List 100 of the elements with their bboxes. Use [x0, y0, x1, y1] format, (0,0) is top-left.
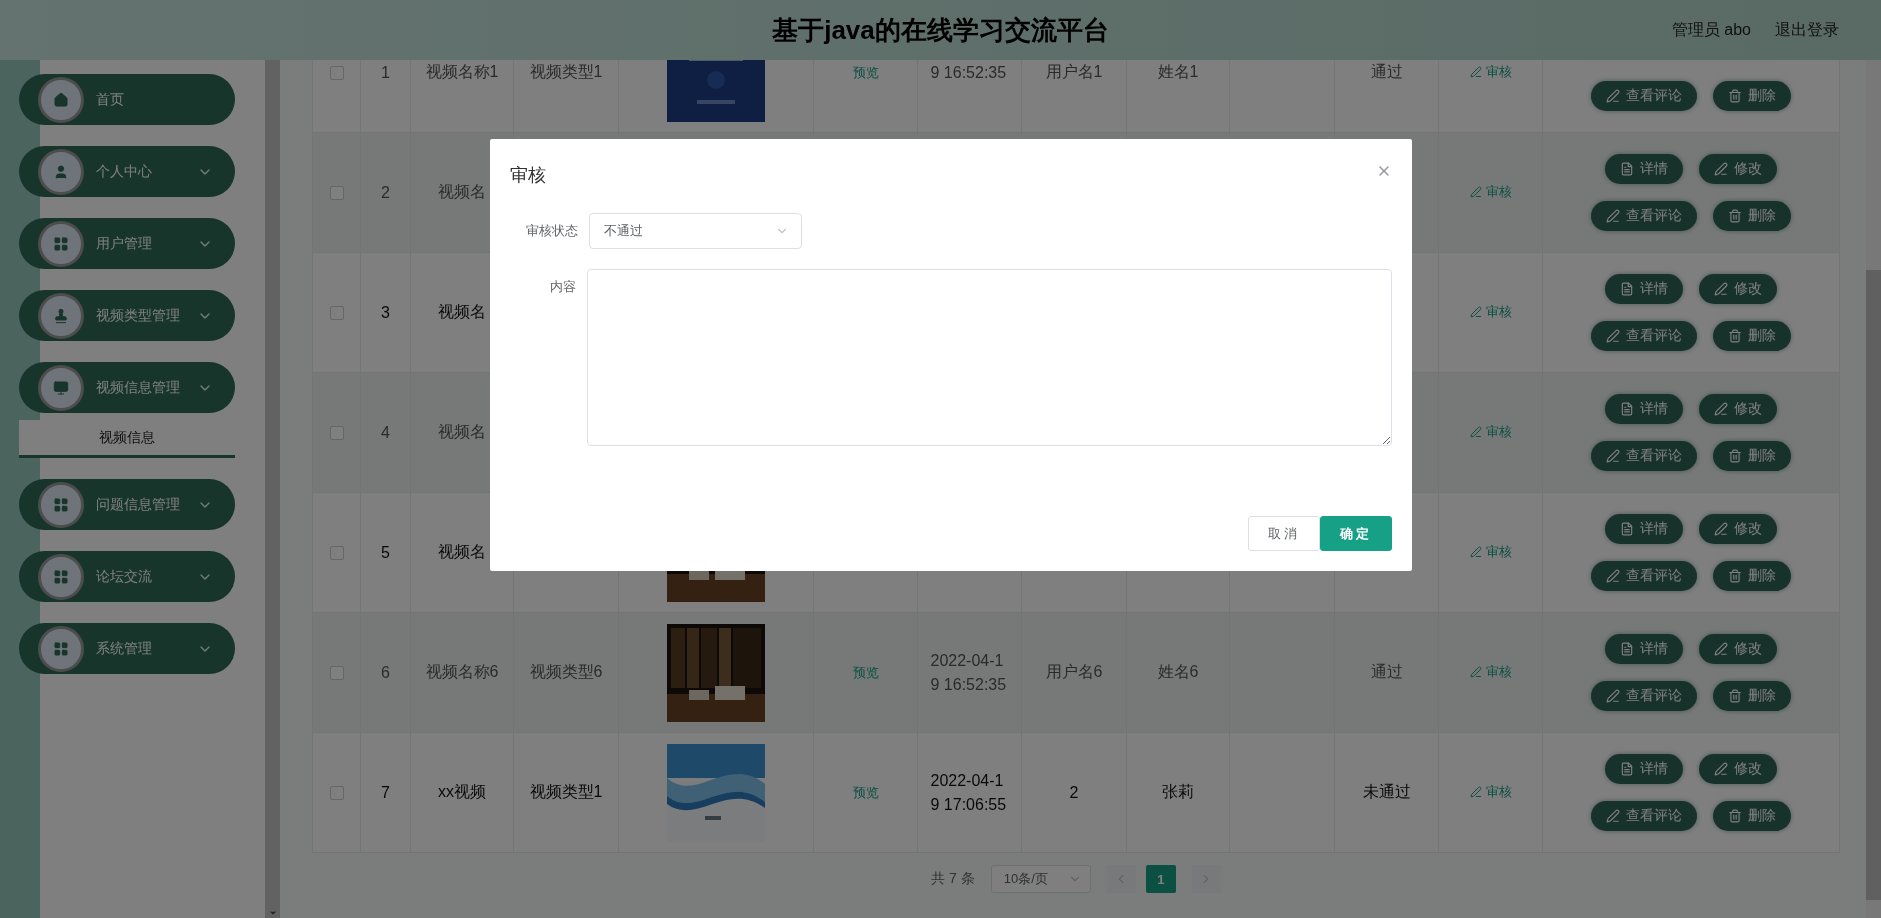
comments-button[interactable]: 查看评论	[1591, 81, 1697, 111]
submenu-item[interactable]: 视频信息	[19, 420, 235, 458]
comments-button[interactable]: 查看评论	[1591, 681, 1697, 711]
monitor-icon	[38, 364, 84, 411]
menu-item[interactable]: 首页	[19, 74, 235, 125]
delete-button[interactable]: 删除	[1713, 81, 1791, 111]
logout-link[interactable]: 退出登录	[1775, 19, 1839, 41]
cancel-button[interactable]: 取消	[1248, 516, 1320, 551]
table-cell: 2022-04-19 17:06:55	[917, 732, 1022, 853]
comments-button[interactable]: 查看评论	[1591, 441, 1697, 471]
comments-button[interactable]: 查看评论	[1591, 801, 1697, 831]
edit-button[interactable]: 修改	[1699, 754, 1777, 784]
review-link[interactable]: 审核	[1469, 423, 1512, 441]
delete-button[interactable]: 删除	[1713, 321, 1791, 351]
table-cell: 张莉	[1126, 732, 1230, 853]
table-cell: 视频名称6	[410, 612, 514, 733]
pen-icon	[1606, 329, 1620, 343]
details-button[interactable]: 详情	[1605, 754, 1683, 784]
comments-button[interactable]: 查看评论	[1591, 561, 1697, 591]
delete-button[interactable]: 删除	[1713, 681, 1791, 711]
pen-icon	[1469, 786, 1482, 798]
edit-button[interactable]: 修改	[1699, 514, 1777, 544]
status-select[interactable]: 不通过	[589, 213, 802, 249]
grid-icon	[38, 481, 84, 528]
checkbox[interactable]	[329, 546, 344, 561]
details-button[interactable]: 详情	[1605, 394, 1683, 424]
scrollbar-thumb[interactable]	[1866, 270, 1881, 900]
menu-item[interactable]: 问题信息管理	[19, 479, 235, 530]
table-cell: 2	[1021, 732, 1127, 853]
review-link[interactable]: 审核	[1469, 303, 1512, 321]
grid-icon	[38, 220, 84, 267]
table-cell: 4	[360, 372, 411, 493]
details-button[interactable]: 详情	[1605, 634, 1683, 664]
trash-icon	[1728, 449, 1742, 463]
page-size-select[interactable]: 10条/页	[990, 865, 1091, 893]
checkbox[interactable]	[329, 186, 344, 201]
document-icon	[1620, 162, 1634, 176]
checkbox[interactable]	[329, 426, 344, 441]
table-cell: 未通过	[1334, 732, 1439, 853]
checkbox[interactable]	[329, 786, 344, 801]
trash-icon	[1728, 689, 1742, 703]
table-cell: 6	[360, 612, 411, 733]
trash-icon	[1728, 569, 1742, 583]
details-button[interactable]: 详情	[1605, 514, 1683, 544]
checkbox[interactable]	[329, 666, 344, 681]
grid-icon	[38, 553, 84, 600]
edit-button[interactable]: 修改	[1699, 634, 1777, 664]
review-link[interactable]: 审核	[1469, 663, 1512, 681]
pen-icon	[1606, 449, 1620, 463]
field-label: 审核状态	[525, 222, 578, 240]
table-cell: 视频类型6	[513, 612, 619, 733]
user-icon	[38, 148, 84, 195]
pen-icon	[1714, 162, 1728, 176]
review-link[interactable]: 审核	[1469, 63, 1512, 81]
pen-icon	[1714, 282, 1728, 296]
document-icon	[1620, 522, 1634, 536]
menu-item[interactable]: 视频类型管理	[19, 290, 235, 341]
details-button[interactable]: 详情	[1605, 274, 1683, 304]
menu-item[interactable]: 个人中心	[19, 146, 235, 197]
delete-button[interactable]: 删除	[1713, 201, 1791, 231]
menu-item[interactable]: 用户管理	[19, 218, 235, 269]
review-link[interactable]: 审核	[1469, 183, 1512, 201]
content-field[interactable]	[587, 269, 1392, 446]
document-icon	[1620, 402, 1634, 416]
pen-icon	[1606, 209, 1620, 223]
delete-button[interactable]: 删除	[1713, 561, 1791, 591]
menu-item[interactable]: 系统管理	[19, 623, 235, 674]
table-cell: xx视频	[410, 732, 514, 853]
checkbox[interactable]	[329, 306, 344, 321]
delete-button[interactable]: 删除	[1713, 441, 1791, 471]
preview-link[interactable]: 预览	[852, 784, 879, 802]
scrollbar[interactable]	[265, 60, 280, 918]
menu-item[interactable]: 论坛交流	[19, 551, 235, 602]
document-icon	[1620, 762, 1634, 776]
comments-button[interactable]: 查看评论	[1591, 201, 1697, 231]
scrollbar[interactable]	[1866, 60, 1881, 918]
checkbox[interactable]	[329, 66, 344, 81]
menu-item[interactable]: 视频信息管理	[19, 362, 235, 413]
preview-link[interactable]: 预览	[852, 64, 879, 82]
table-cell: 视频类型1	[513, 732, 619, 853]
pen-icon	[1469, 666, 1482, 678]
page-button[interactable]: 1	[1145, 865, 1176, 893]
confirm-button[interactable]: 确定	[1320, 516, 1392, 551]
pen-icon	[1606, 689, 1620, 703]
pen-icon	[1469, 306, 1482, 318]
pen-icon	[1714, 522, 1728, 536]
review-link[interactable]: 审核	[1469, 543, 1512, 561]
delete-button[interactable]: 删除	[1713, 801, 1791, 831]
edit-button[interactable]: 修改	[1699, 274, 1777, 304]
edit-button[interactable]: 修改	[1699, 394, 1777, 424]
preview-link[interactable]: 预览	[852, 664, 879, 682]
table-cell: 用户名1	[1021, 60, 1127, 133]
comments-button[interactable]: 查看评论	[1591, 321, 1697, 351]
pen-icon	[1714, 642, 1728, 656]
details-button[interactable]: 详情	[1605, 154, 1683, 184]
review-link[interactable]: 审核	[1469, 783, 1512, 801]
caret-down-icon	[267, 908, 278, 918]
total-count: 共 7 条	[931, 870, 975, 888]
edit-button[interactable]: 修改	[1699, 154, 1777, 184]
trash-icon	[1728, 809, 1742, 823]
